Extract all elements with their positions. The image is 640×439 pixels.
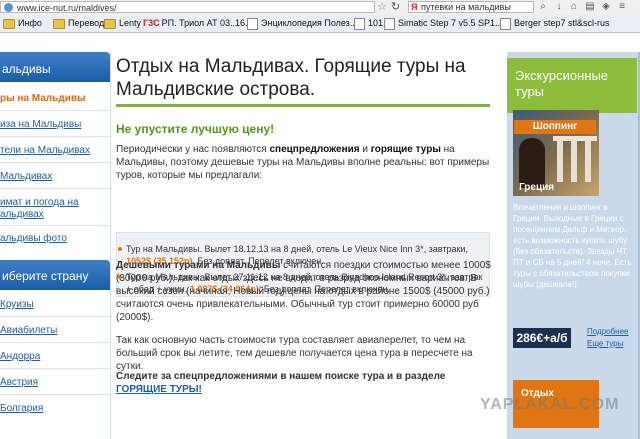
menu-icon[interactable]: ≡ xyxy=(616,1,628,13)
country-item[interactable]: Круизы xyxy=(0,299,110,311)
yandex-icon: Я xyxy=(411,2,418,12)
country-item[interactable]: Андорра xyxy=(0,351,110,363)
folder-icon xyxy=(3,18,15,29)
bookmark-item[interactable]: Инфо xyxy=(3,17,42,30)
page-title: Отдых на Мальдивах. Горящие туры на Маль… xyxy=(116,56,466,100)
bookmark-star-icon[interactable]: ☆ xyxy=(375,0,389,14)
country-header: иберите страну xyxy=(0,260,110,290)
page-icon xyxy=(247,17,258,30)
url-text: www.ice-nut.ru/maldives/ xyxy=(17,3,117,13)
divider xyxy=(0,225,110,226)
library-icon[interactable]: ▤ xyxy=(584,1,596,13)
watermark: YAPLAKAL.COM xyxy=(480,396,620,413)
home-icon[interactable]: ⌂ xyxy=(568,1,580,13)
folder-icon xyxy=(53,18,65,29)
divider xyxy=(0,188,110,189)
bullet-icon xyxy=(118,247,122,251)
sidebar-item[interactable]: альдивы фото xyxy=(0,233,110,245)
person-figure xyxy=(519,138,545,188)
sidebar-item[interactable]: Мальдивах xyxy=(0,171,110,183)
bookmark-item[interactable]: Berger step7 stl&scl-rus xyxy=(500,17,610,30)
sidebar-item[interactable]: тели на Мальдивах xyxy=(0,145,110,157)
greece-promo-image[interactable]: Шоппинг Греция xyxy=(513,110,599,196)
page-icon xyxy=(500,17,511,30)
bookmarks-bar: Инфо Перевод Lenty Г3С РП. Триол АТ 03..1… xyxy=(0,15,640,33)
bookmark-item[interactable]: 101 xyxy=(354,17,383,30)
promo-description: Впечатления и шоппинг в Греции. Выходные… xyxy=(513,203,632,289)
hot-tours-link[interactable]: ГОРЯЩИЕ ТУРЫ! xyxy=(116,384,202,395)
promo-links: Подробнее Еще туры xyxy=(587,326,639,350)
sidebar-border xyxy=(110,52,111,439)
site-favicon-icon xyxy=(4,3,13,12)
divider xyxy=(0,342,110,343)
bookmark-item[interactable]: Lenty xyxy=(104,17,141,30)
country-item[interactable]: Болгария xyxy=(0,403,110,415)
search-icon[interactable]: ⌕ xyxy=(537,1,549,13)
price-paragraph: Так как основную часть стоимости тура со… xyxy=(116,335,473,372)
page-icon xyxy=(384,17,395,30)
more-tours-link[interactable]: Еще туры xyxy=(587,338,639,350)
bookmark-item[interactable]: Энциклопедия Полез... xyxy=(247,17,357,30)
sidebar-item-cont[interactable]: альдивах xyxy=(0,209,110,221)
sidebar-item[interactable]: иза на Мальдивы xyxy=(0,119,110,131)
cta-paragraph: Следите за спецпредложениями в нашем пои… xyxy=(116,371,446,395)
country-item[interactable]: Австрия xyxy=(0,377,110,389)
sidebar-header: альдивы xyxy=(0,52,110,82)
page-subtitle: Не упустите лучшую цену! xyxy=(116,122,275,136)
title-underline xyxy=(116,104,490,107)
divider xyxy=(0,136,110,137)
temple-column xyxy=(585,140,591,182)
search-field[interactable]: Я путевки на мальдивы xyxy=(408,1,534,13)
bookmark-item[interactable]: Перевод xyxy=(53,17,104,30)
shopping-badge: Шоппинг xyxy=(514,120,596,134)
divider xyxy=(0,110,110,111)
addon-icon[interactable]: ◈ xyxy=(600,1,612,13)
download-icon[interactable]: ↓ xyxy=(553,1,565,13)
temple-column xyxy=(571,140,577,182)
page-icon xyxy=(354,17,365,30)
bookmark-item[interactable]: Г3С РП. Триол АТ 03..16. ... xyxy=(143,17,258,30)
folder-icon xyxy=(104,18,116,29)
sidebar-item[interactable]: ры на Мальдивы xyxy=(0,93,110,105)
divider xyxy=(0,162,110,163)
excursion-header: Экскурсионные туры xyxy=(507,58,637,113)
divider xyxy=(0,394,110,395)
reload-icon[interactable]: ↻ xyxy=(391,0,403,14)
browser-address-bar: www.ice-nut.ru/maldives/ ☆ ↻ Я путевки н… xyxy=(0,0,640,16)
sidebar-item[interactable]: имат и погода на xyxy=(0,197,110,209)
cheap-tours-paragraph: Дешевыми турами на Мальдивы считаются по… xyxy=(116,260,491,323)
divider xyxy=(0,316,110,317)
intro-paragraph: Периодически у нас появляются спецпредло… xyxy=(116,144,490,181)
temple-column xyxy=(557,140,563,182)
divider xyxy=(0,368,110,369)
promo-caption: Греция xyxy=(519,182,555,193)
details-link[interactable]: Подробнее xyxy=(587,326,639,338)
url-field[interactable]: www.ice-nut.ru/maldives/ xyxy=(0,1,375,13)
bookmark-item[interactable]: Simatic Step 7 v5.5 SP1... xyxy=(384,17,503,30)
right-column: Экскурсионные туры Шоппинг Греция Впечат… xyxy=(507,52,640,439)
search-text: путевки на мальдивы xyxy=(421,2,511,12)
promo-price: 286€+а/б xyxy=(513,328,571,348)
country-item[interactable]: Авиабилеты xyxy=(0,325,110,337)
